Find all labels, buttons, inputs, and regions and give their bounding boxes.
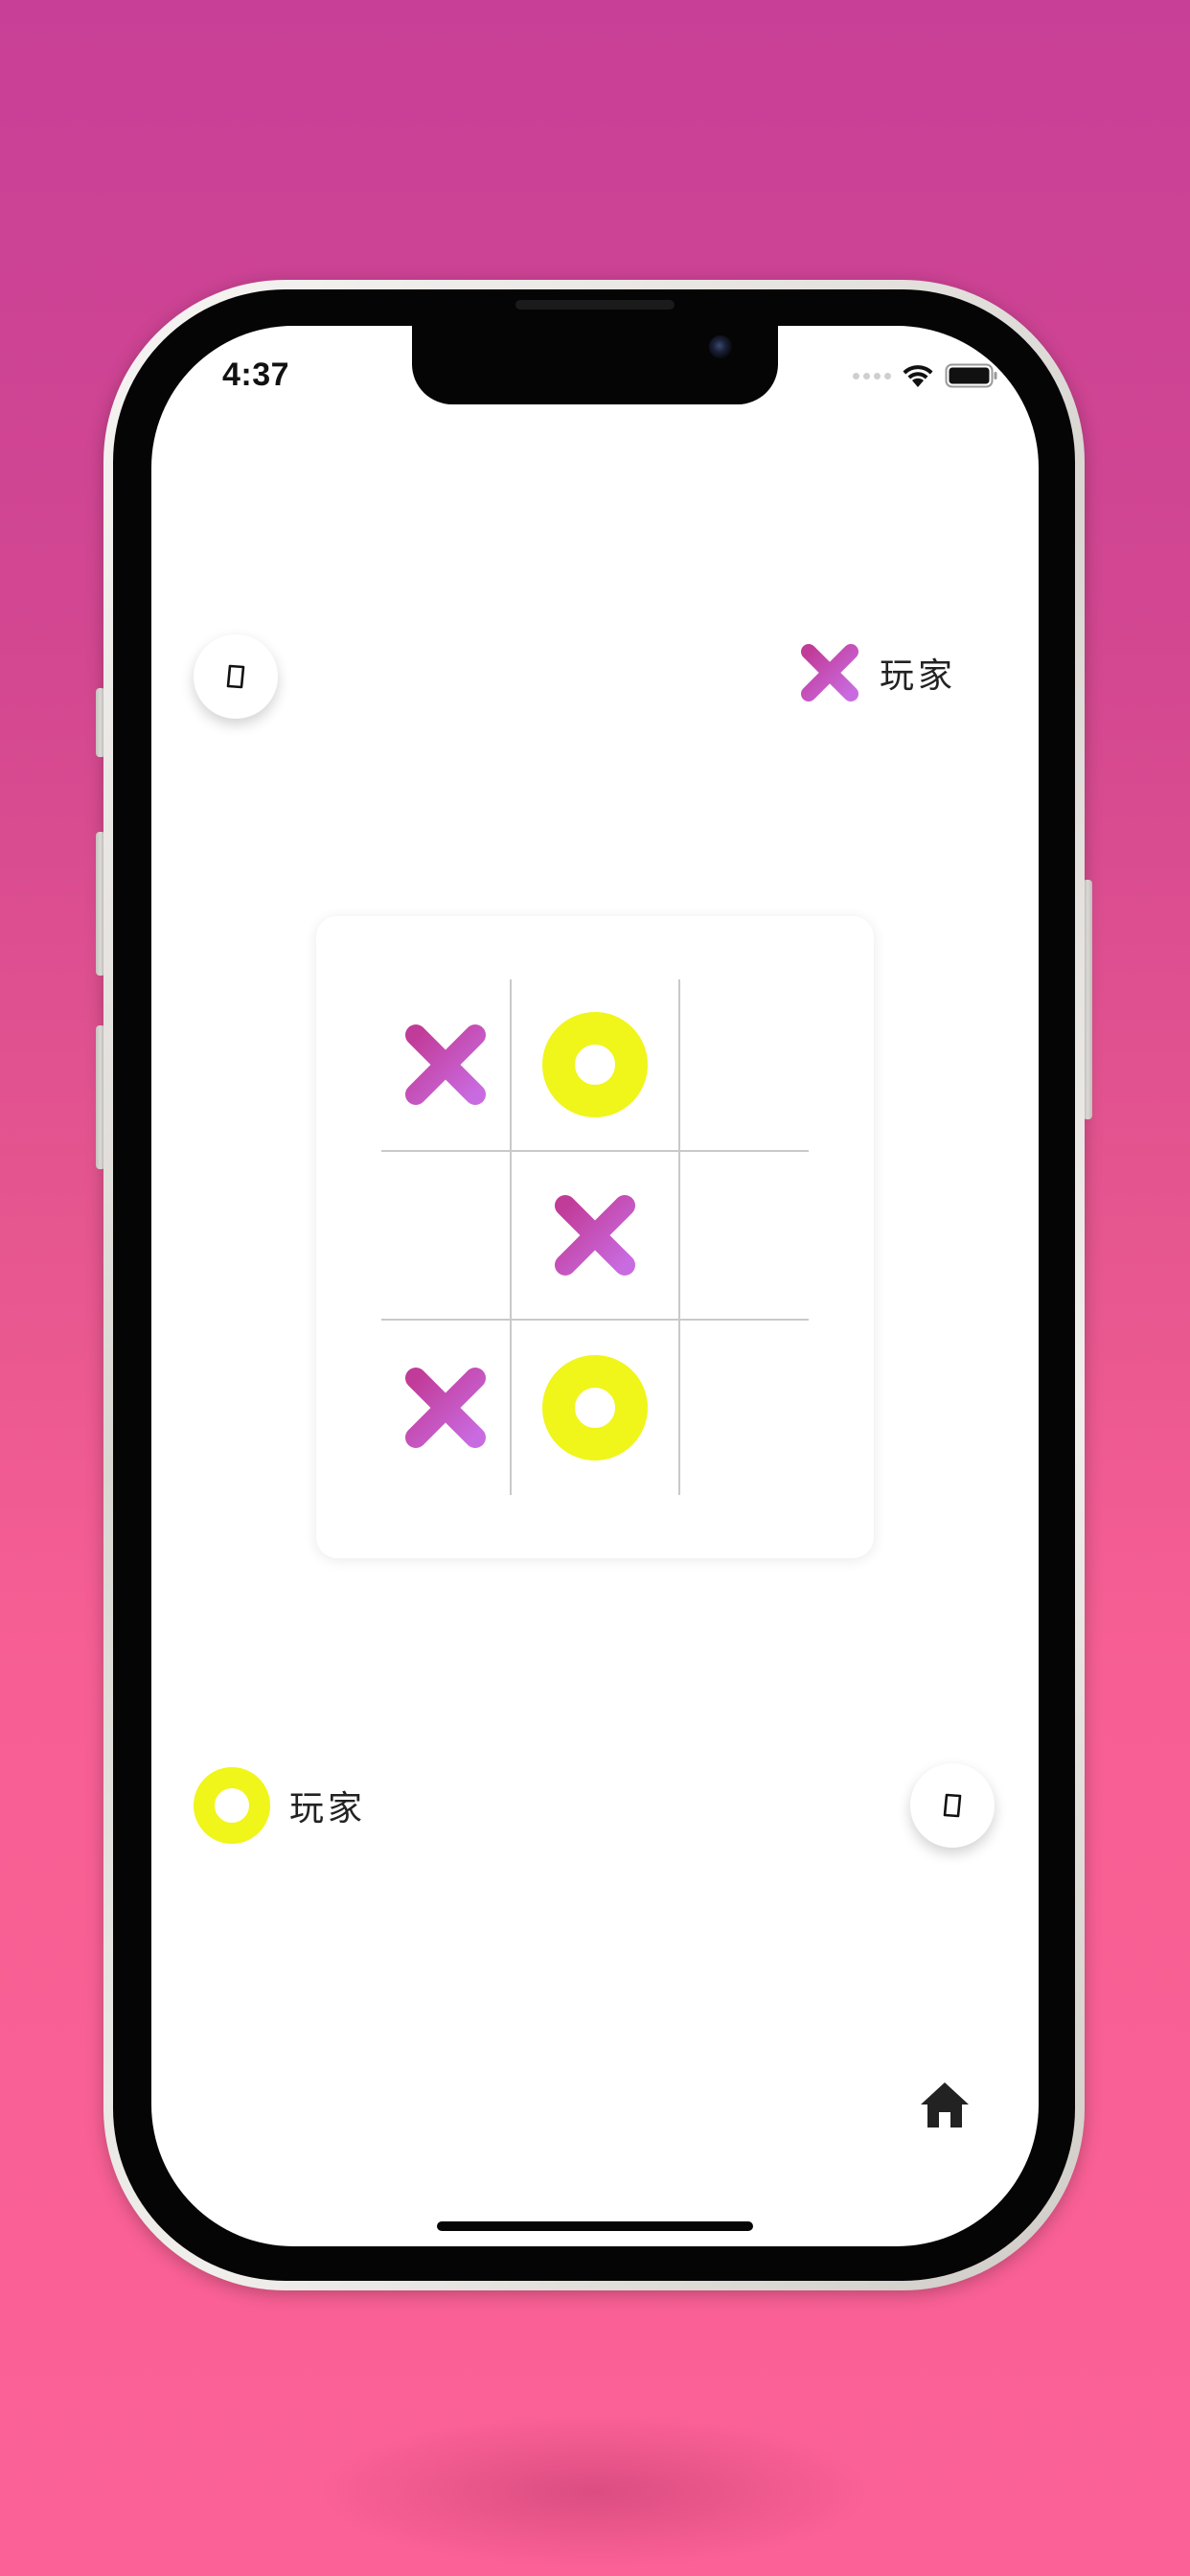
background-shadow bbox=[316, 2415, 872, 2568]
o-mark-icon bbox=[542, 1012, 648, 1117]
camera-icon bbox=[709, 335, 732, 358]
board-cell-1-2[interactable] bbox=[680, 1152, 809, 1319]
wifi-icon bbox=[903, 365, 933, 387]
speaker-grille bbox=[515, 300, 675, 310]
board-cell-2-1[interactable] bbox=[512, 1321, 678, 1495]
battery-icon bbox=[945, 363, 997, 388]
x-mark-icon bbox=[801, 644, 858, 702]
player-o-indicator: 玩家 bbox=[194, 1767, 366, 1844]
game-board bbox=[316, 916, 874, 1558]
board-cell-1-1[interactable] bbox=[512, 1152, 678, 1319]
o-mark-icon bbox=[542, 1355, 648, 1460]
x-mark-icon bbox=[405, 1368, 486, 1448]
app-screen: 4:37 玩家 玩家 bbox=[151, 326, 1039, 2246]
card-button-bottom[interactable] bbox=[910, 1763, 995, 1848]
board-cell-0-2[interactable] bbox=[680, 979, 809, 1150]
status-icons bbox=[853, 362, 998, 389]
status-time: 4:37 bbox=[222, 356, 290, 393]
o-mark-icon bbox=[194, 1767, 270, 1844]
board-cell-0-0[interactable] bbox=[381, 979, 510, 1150]
player-x-label: 玩家 bbox=[880, 656, 957, 696]
board-cell-1-0[interactable] bbox=[381, 1152, 510, 1319]
card-button-top[interactable] bbox=[194, 634, 278, 719]
board-cell-0-1[interactable] bbox=[512, 979, 678, 1150]
player-o-label: 玩家 bbox=[289, 1789, 367, 1828]
x-mark-icon bbox=[405, 1024, 486, 1105]
card-icon bbox=[226, 664, 245, 689]
home-indicator[interactable] bbox=[437, 2221, 753, 2231]
board-cell-2-0[interactable] bbox=[381, 1321, 510, 1495]
home-icon bbox=[921, 2082, 969, 2128]
x-mark-icon bbox=[555, 1195, 635, 1276]
signal-dots-icon bbox=[853, 372, 891, 380]
board-cell-2-2[interactable] bbox=[680, 1321, 809, 1495]
notch bbox=[412, 326, 778, 404]
home-button[interactable] bbox=[916, 2078, 973, 2131]
player-x-indicator: 玩家 bbox=[799, 642, 956, 703]
card-icon bbox=[943, 1793, 962, 1818]
board-grid bbox=[381, 979, 809, 1495]
